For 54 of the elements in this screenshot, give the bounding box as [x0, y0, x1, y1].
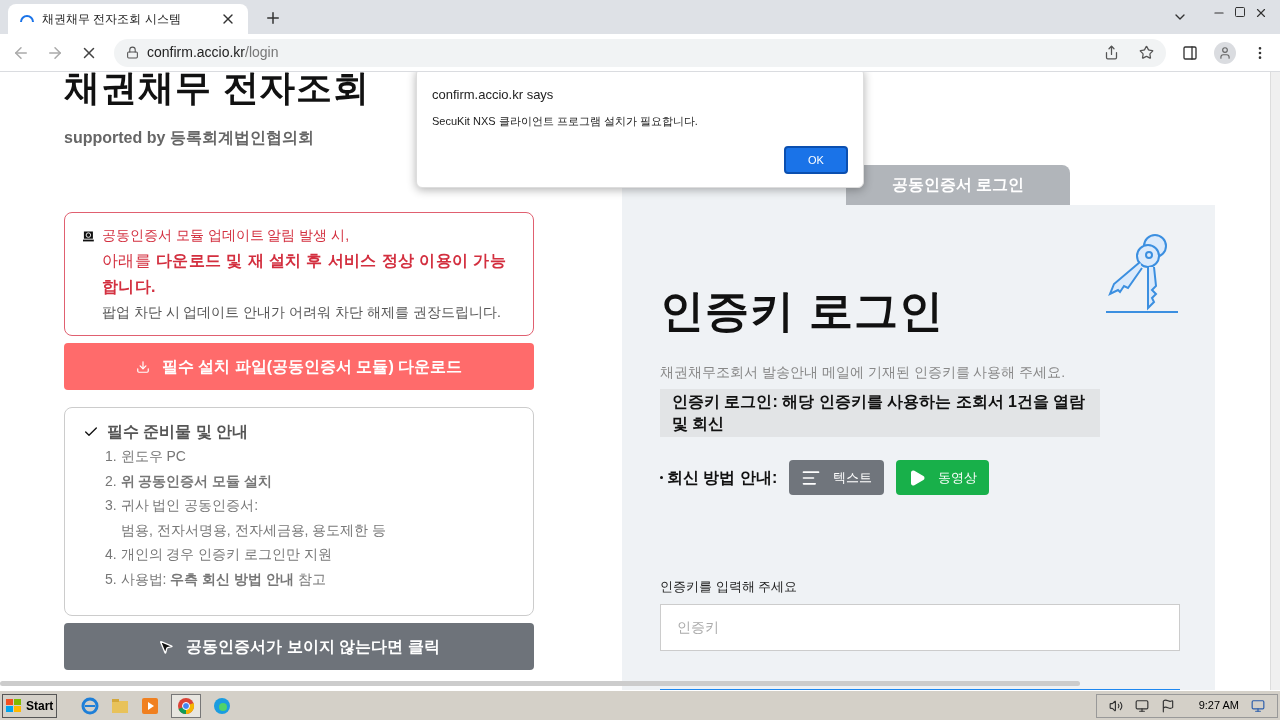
bullet-icon [660, 476, 663, 479]
lock-icon [126, 46, 139, 59]
download-button[interactable]: 필수 설치 파일(공동인증서 모듈) 다운로드 [64, 343, 534, 390]
guide-item: 3. 귀사 법인 공동인증서: [104, 496, 260, 515]
download-icon [135, 359, 150, 374]
play-icon [908, 468, 927, 487]
guide-item: 범용, 전자서명용, 전자세금용, 용도제한 등 [120, 520, 388, 540]
network-icon[interactable] [1134, 698, 1149, 713]
video-guide-button[interactable]: 동영상 [896, 460, 990, 495]
dialog-title: confirm.accio.kr says [432, 86, 555, 104]
guide-item: 5. 사용법: 우측 회신 방법 안내 참고 [104, 569, 327, 589]
browser-e-icon[interactable] [81, 696, 100, 715]
guide-item: 4. 개인의 경우 인증키 로그인만 지원 [104, 545, 334, 564]
close-window-icon[interactable] [1254, 6, 1268, 20]
cursor-icon [158, 638, 175, 655]
guide-item: 2. 위 공동인증서 모듈 설치 [104, 471, 274, 491]
windows-logo-icon [6, 698, 22, 713]
notice-text: 아래를 다운로드 및 재 설치 후 서비스 정상 이용이 가능합니다. [101, 251, 508, 297]
flag-icon[interactable] [1160, 698, 1175, 713]
supported-by-text: supported by 등록회계법인협의회 [64, 128, 315, 148]
profile-avatar[interactable] [1214, 41, 1236, 64]
login-heading: 인증키 로그인 [660, 286, 945, 336]
url-text: confirm.accio.kr/login [147, 43, 279, 62]
start-button[interactable]: Start [2, 693, 58, 718]
login-description: 채권채무조회서 발송안내 메일에 기재된 인증키를 사용해 주세요. [660, 363, 1067, 382]
alert-icon [83, 230, 94, 242]
note-banner: 인증키 로그인: 해당 인증키를 사용하는 조회서 1건을 열람 및 회신 [660, 389, 1100, 437]
notice-text: 공동인증서 모듈 업데이트 알림 발생 시, [101, 226, 351, 245]
text-guide-button[interactable]: 텍스트 [789, 460, 885, 495]
chrome-taskbar-button[interactable] [171, 693, 202, 718]
notice-text: 팝업 차단 시 업데이트 안내가 어려워 차단 해제를 권장드립니다. [101, 303, 502, 322]
show-desktop-icon[interactable] [1251, 698, 1265, 713]
side-panel-icon[interactable] [1182, 44, 1198, 61]
tab-title: 채권채무 전자조회 시스템 [42, 11, 182, 28]
guide-item: 1. 윈도우 PC [104, 447, 187, 466]
dialog-message: SecuKit NXS 클라이언트 프로그램 설치가 필요합니다. [432, 113, 699, 129]
new-tab-icon[interactable] [264, 9, 282, 27]
volume-icon[interactable] [1108, 698, 1123, 713]
browser-tab[interactable]: 채권채무 전자조회 시스템 [8, 4, 248, 34]
keys-icon [1104, 232, 1180, 314]
auth-key-field[interactable]: 인증키 [660, 603, 1180, 651]
input-label: 인증키를 입력해 주세요 [660, 578, 799, 596]
address-bar[interactable]: confirm.accio.kr/login [114, 38, 1166, 67]
page-title: 채권채무 전자조회 [64, 72, 371, 108]
reply-guide-label: 회신 방법 안내: [667, 467, 778, 488]
guide-title: 필수 준비물 및 안내 [107, 422, 249, 442]
loading-spinner-icon [20, 15, 34, 23]
restore-icon[interactable] [1234, 6, 1246, 18]
media-player-icon[interactable] [141, 696, 160, 715]
clock-text: 9:27 AM [1198, 698, 1239, 714]
bookmark-icon[interactable] [1139, 45, 1154, 60]
ok-button[interactable]: OK [784, 146, 848, 174]
share-icon[interactable] [1104, 45, 1119, 60]
certificate-help-button[interactable]: 공동인증서가 보이지 않는다면 클릭 [64, 623, 534, 670]
